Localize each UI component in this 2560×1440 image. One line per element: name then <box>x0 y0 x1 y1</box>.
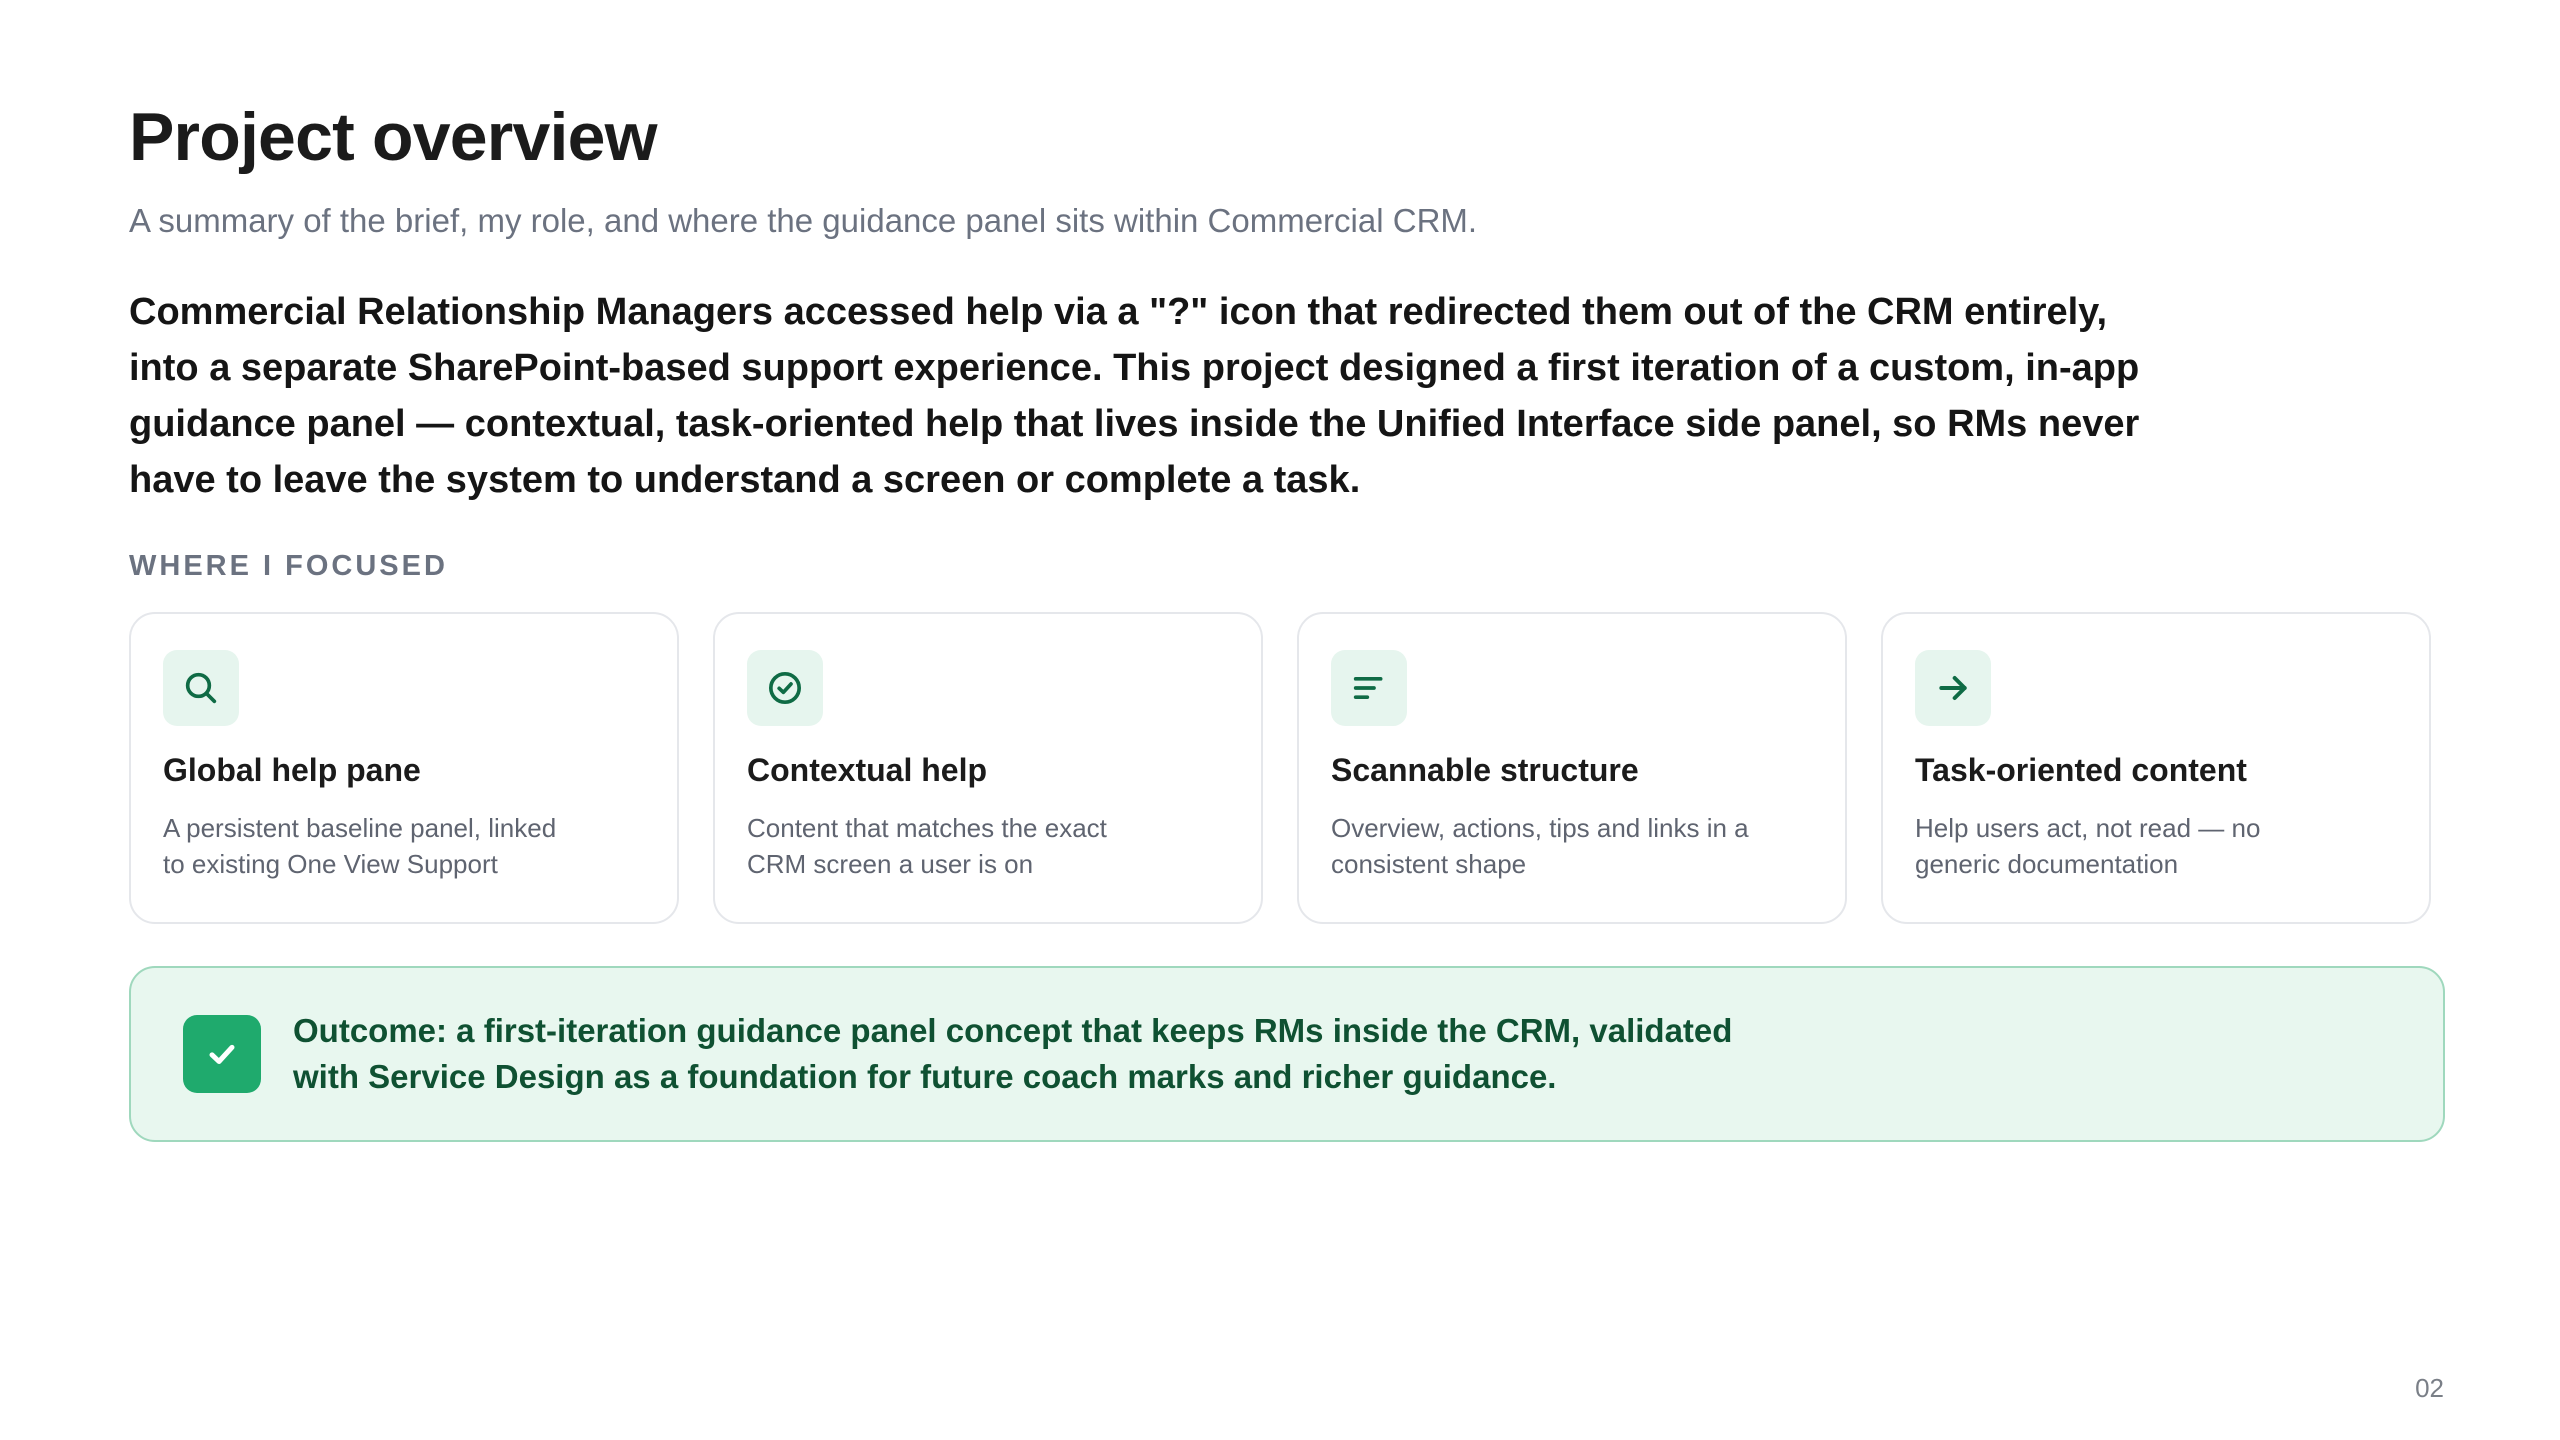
card-description: Overview, actions, tips and links in a c… <box>1331 813 1749 879</box>
slide: Project overview A summary of the brief,… <box>0 0 2560 1440</box>
lines-icon <box>1331 650 1407 726</box>
card-title: Contextual help <box>747 752 988 788</box>
card-title: Global help pane <box>163 752 421 788</box>
page-title: Project overview <box>129 99 657 175</box>
arrow-right-icon <box>1915 650 1991 726</box>
search-icon <box>163 650 239 726</box>
section-label: WHERE I FOCUSED <box>129 550 448 582</box>
card-description: Help users act, not read — no generic do… <box>1915 813 2261 879</box>
outcome-banner: Outcome: a first-iteration guidance pane… <box>129 966 2445 1142</box>
focus-card-task-oriented: Task-oriented content Help users act, no… <box>1881 612 2431 924</box>
check-icon <box>183 1015 261 1093</box>
card-description: Content that matches the exact CRM scree… <box>747 813 1107 879</box>
card-title: Task-oriented content <box>1915 752 2247 788</box>
focus-card-contextual-help: Contextual help Content that matches the… <box>713 612 1263 924</box>
lead-paragraph: Commercial Relationship Managers accesse… <box>129 291 2140 501</box>
card-title: Scannable structure <box>1331 752 1639 788</box>
card-description: A persistent baseline panel, linked to e… <box>163 813 557 879</box>
page-number: 02 <box>2415 1373 2444 1403</box>
check-circle-icon <box>747 650 823 726</box>
focus-card-global-help: Global help pane A persistent baseline p… <box>129 612 679 924</box>
focus-card-scannable-structure: Scannable structure Overview, actions, t… <box>1297 612 1847 924</box>
page-subtitle: A summary of the brief, my role, and whe… <box>129 202 1478 239</box>
outcome-text: Outcome: a first-iteration guidance pane… <box>293 1012 1733 1095</box>
focus-cards: Global help pane A persistent baseline p… <box>129 612 2431 924</box>
